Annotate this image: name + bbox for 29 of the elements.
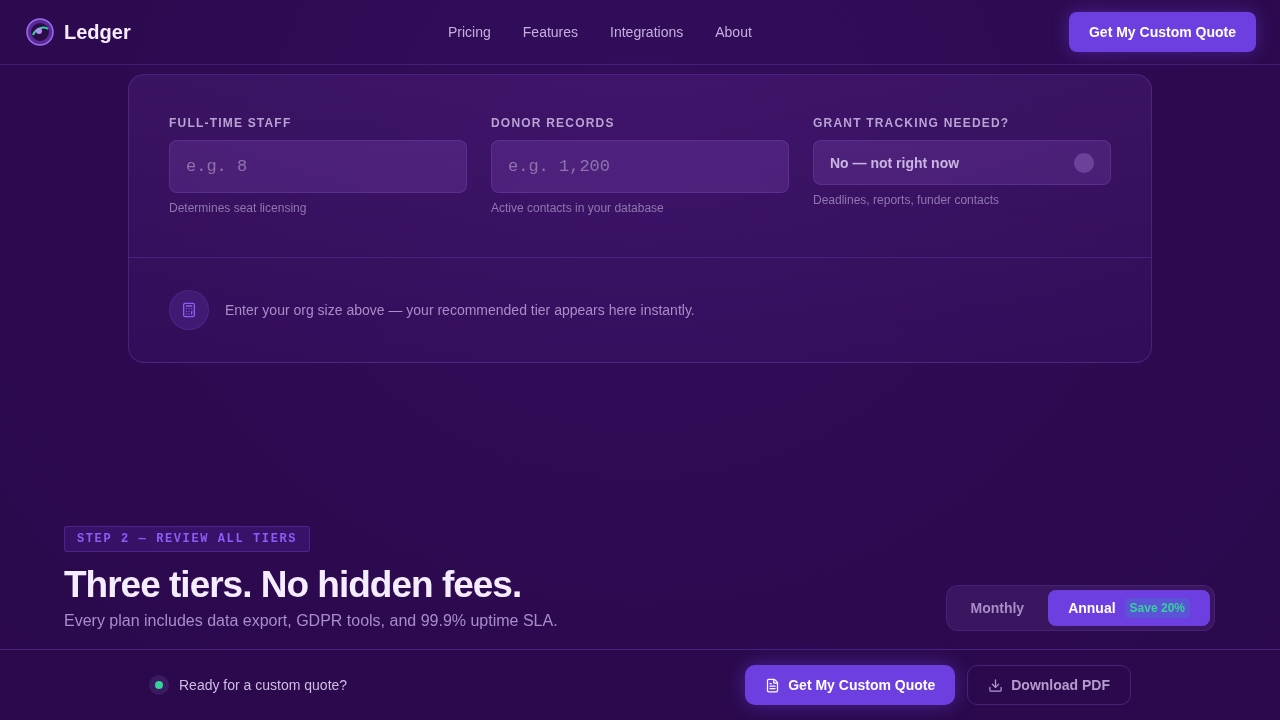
document-icon	[765, 677, 781, 693]
step-label: STEP 2 — REVIEW ALL TIERS	[64, 526, 311, 552]
result-message: Enter your org size above — your recommended tier appears here instantly.	[225, 302, 695, 318]
field-hint: Determines seat licensing	[169, 201, 308, 215]
section-subtitle: Every plan includes data export, GDPR tools, and 99.9% uptime SLA.	[64, 611, 558, 631]
quote-button[interactable]: Get My Custom Quote	[1069, 12, 1256, 52]
toggle-field[interactable]: No — not right now	[813, 140, 1111, 185]
quote-button[interactable]: Get My Custom Quote	[745, 665, 956, 705]
field-label: DONOR RECORDS	[491, 116, 616, 131]
field-label: FULL-TIME STAFF	[169, 116, 293, 131]
section-title: Three tiers. No hidden fees.	[64, 563, 522, 607]
field-hint: Active contacts in your database	[491, 201, 665, 215]
brand-name: Ledger	[64, 20, 131, 44]
logo-icon	[26, 18, 54, 46]
billing-tab[interactable]: Annual Save 20%	[1048, 590, 1210, 626]
nav-link[interactable]: Features	[522, 24, 579, 40]
toggle-knob-icon	[1074, 152, 1094, 173]
nav-link[interactable]: Pricing	[448, 24, 491, 40]
field-hint: Deadlines, reports, funder contacts	[813, 193, 1001, 207]
download-button[interactable]: Download PDF	[967, 665, 1131, 705]
status-text: Ready for a custom quote?	[179, 677, 348, 693]
status-dot-icon	[149, 675, 169, 695]
nav-link[interactable]: About	[715, 24, 752, 40]
billing-tab[interactable]: Monthly	[950, 590, 1045, 626]
nav-link[interactable]: Integrations	[610, 24, 684, 40]
download-icon	[988, 677, 1004, 693]
field-label: GRANT TRACKING NEEDED?	[813, 116, 1011, 131]
discount-tag: Save 20%	[1124, 598, 1190, 618]
calculator-icon	[169, 290, 209, 330]
